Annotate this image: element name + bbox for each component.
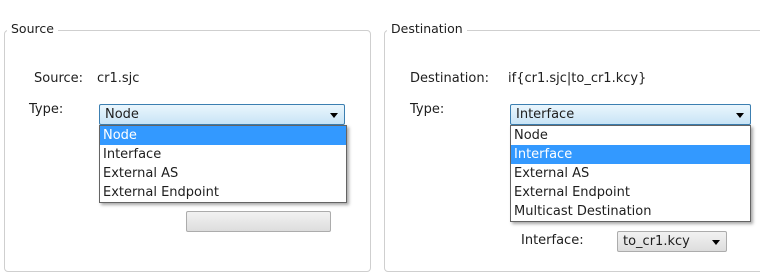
interface-combobox[interactable]: to_cr1.kcy [617, 231, 727, 252]
destination-groupbox: Destination Destination: if{cr1.sjc|to_c… [384, 21, 760, 272]
destination-type-selected: Interface [516, 107, 575, 122]
destination-type-dropdown[interactable]: Node Interface External AS External Endpoin… [510, 125, 751, 222]
dropdown-option[interactable]: External Endpoint [100, 183, 346, 202]
source-type-combobox[interactable]: Node [99, 104, 345, 125]
interface-value: to_cr1.kcy [623, 234, 690, 249]
source-groupbox: Source Source: cr1.sjc Type: Node Node In… [4, 21, 371, 272]
destination-type-combobox[interactable]: Interface [510, 104, 751, 125]
source-value: cr1.sjc [97, 71, 140, 86]
dropdown-option[interactable]: External Endpoint [511, 183, 750, 202]
dropdown-option[interactable]: Interface [100, 145, 346, 164]
source-group-title: Source [7, 21, 58, 36]
source-hidden-combo[interactable] [186, 211, 331, 232]
source-type-selected: Node [105, 107, 139, 122]
dropdown-option[interactable]: External AS [100, 164, 346, 183]
dropdown-option[interactable]: Node [511, 126, 750, 145]
chevron-down-icon[interactable] [330, 113, 338, 118]
source-label: Source: [34, 71, 84, 86]
dropdown-option[interactable]: Node [100, 126, 346, 145]
dropdown-option[interactable]: Multicast Destination [511, 202, 750, 221]
destination-label: Destination: [410, 71, 489, 86]
destination-group-title: Destination [387, 21, 467, 36]
chevron-down-icon[interactable] [712, 240, 720, 245]
dropdown-option[interactable]: Interface [511, 145, 750, 164]
destination-value: if{cr1.sjc|to_cr1.kcy} [508, 71, 647, 86]
dropdown-option[interactable]: External AS [511, 164, 750, 183]
chevron-down-icon[interactable] [736, 113, 744, 118]
destination-type-label: Type: [410, 102, 445, 117]
source-type-dropdown[interactable]: Node Interface External AS External Endpoin… [99, 125, 347, 203]
source-type-label: Type: [29, 102, 64, 117]
interface-label: Interface: [521, 233, 584, 248]
